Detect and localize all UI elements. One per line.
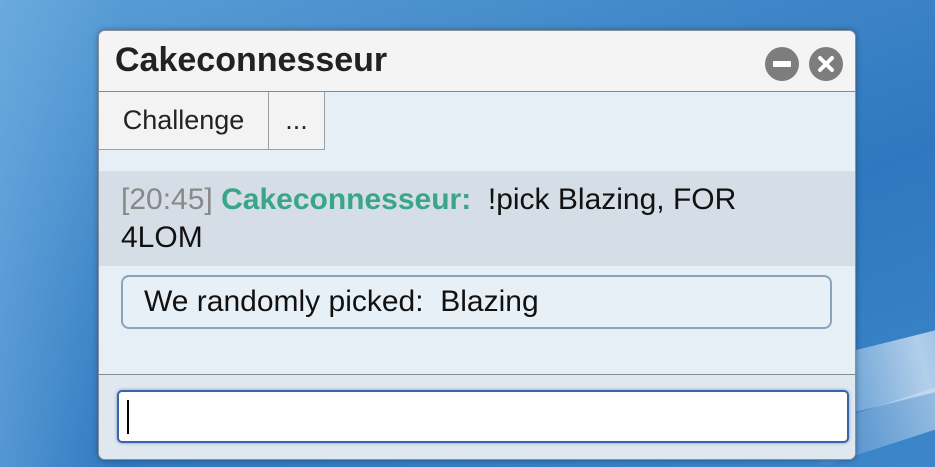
chat-window: Cakeconnesseur Challenge ... [20:45] Cak…: [98, 30, 856, 460]
chat-message: [20:45] Cakeconnesseur: !pick Blazing, F…: [99, 171, 855, 266]
message-username[interactable]: Cakeconnesseur:: [221, 183, 471, 216]
random-pick-result: We randomly picked: Blazing: [121, 275, 832, 329]
result-label: We randomly picked:: [144, 285, 424, 318]
result-value: Blazing: [440, 285, 539, 318]
chat-log[interactable]: [20:45] Cakeconnesseur: !pick Blazing, F…: [99, 171, 855, 375]
window-title: Cakeconnesseur: [115, 41, 388, 79]
text-caret: [127, 400, 129, 434]
message-timestamp: [20:45]: [121, 183, 213, 216]
minimize-button[interactable]: [765, 47, 799, 81]
chat-message-text: [20:45] Cakeconnesseur: !pick Blazing, F…: [121, 181, 821, 257]
title-bar[interactable]: Cakeconnesseur: [99, 31, 855, 92]
more-options-button[interactable]: ...: [269, 92, 325, 150]
minimize-icon: [773, 61, 791, 67]
result-text: We randomly picked: Blazing: [144, 283, 539, 321]
close-icon: [818, 56, 834, 72]
challenge-button[interactable]: Challenge: [99, 92, 269, 150]
chat-input-area: [99, 374, 855, 459]
chat-input[interactable]: [117, 390, 849, 443]
close-button[interactable]: [809, 47, 843, 81]
